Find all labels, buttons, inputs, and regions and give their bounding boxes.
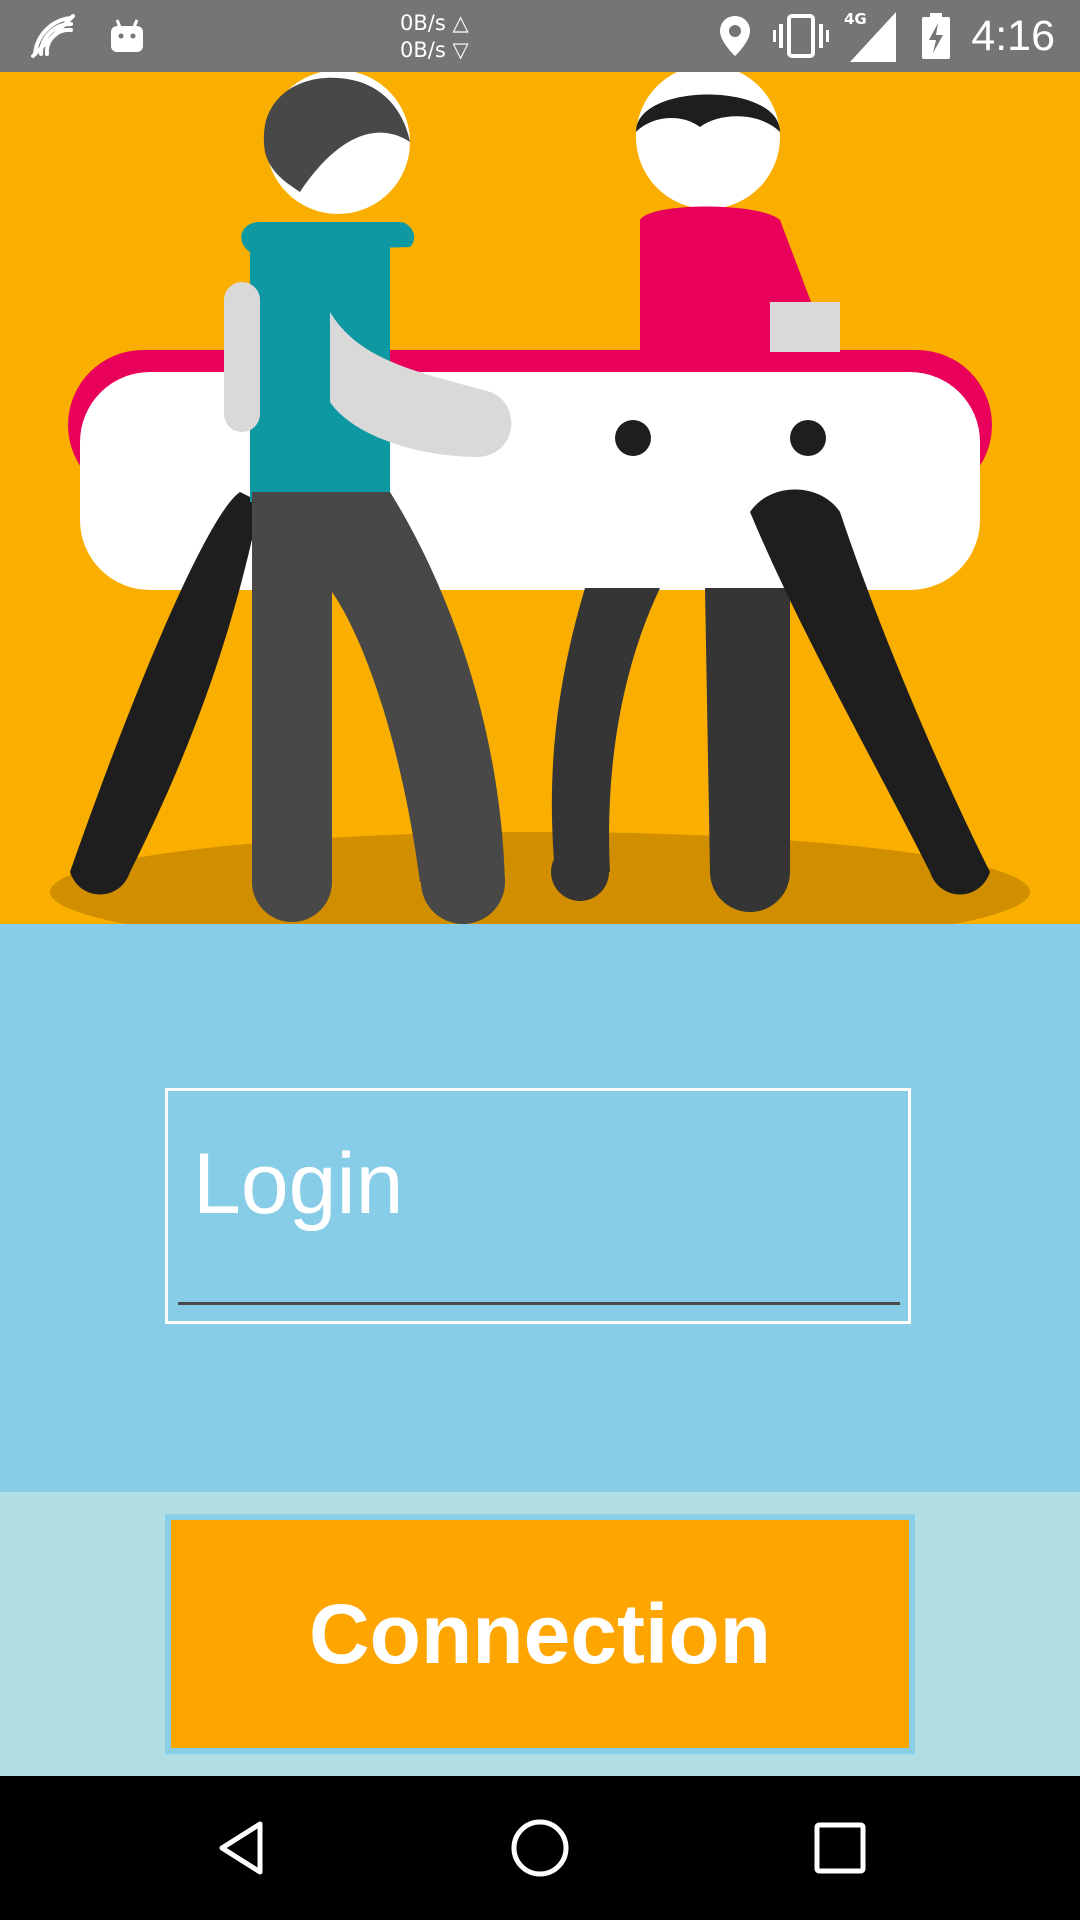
net-up-speed: 0B/s △ — [400, 11, 469, 35]
vibrate-icon — [772, 0, 830, 72]
location-icon — [714, 0, 756, 72]
android-icon — [104, 0, 150, 72]
action-section: Connection — [0, 1492, 1080, 1776]
home-icon[interactable] — [470, 1776, 610, 1920]
recents-icon[interactable] — [770, 1776, 910, 1920]
network-type-label: 4G — [844, 10, 867, 28]
back-icon[interactable] — [172, 1776, 312, 1920]
status-bar: 0B/s △ 0B/s ▽ 4G 4:16 — [0, 0, 1080, 72]
battery-charging-icon — [918, 0, 954, 72]
network-speed: 0B/s △ 0B/s ▽ — [400, 10, 469, 64]
input-underline — [178, 1302, 900, 1305]
connection-button-label: Connection — [309, 1586, 771, 1681]
wifi-off-icon — [22, 0, 84, 72]
signal-icon: 4G — [842, 0, 902, 72]
connection-button[interactable]: Connection — [165, 1514, 915, 1754]
login-field-container[interactable] — [165, 1088, 911, 1324]
hero-illustration — [0, 72, 1080, 924]
navigation-bar — [0, 1776, 1080, 1920]
login-section — [0, 924, 1080, 1492]
clock: 4:16 — [971, 12, 1055, 60]
pommel-horse-illustration — [50, 72, 1030, 924]
login-input[interactable] — [193, 1129, 873, 1239]
net-down-speed: 0B/s ▽ — [400, 38, 469, 62]
